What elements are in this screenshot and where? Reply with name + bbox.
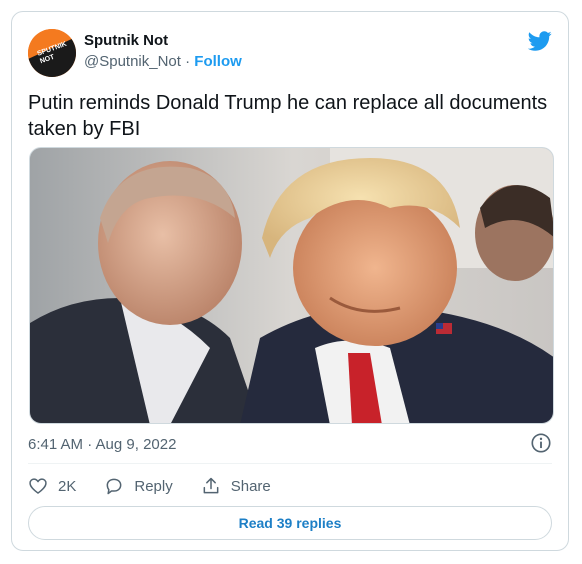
follow-link[interactable]: Follow [194, 53, 242, 70]
author-handle-line: @Sputnik_Not · Follow [84, 53, 242, 70]
tweet-card: SPUTNIK NOT Sputnik Not @Sputnik_Not · F… [11, 11, 569, 551]
author-handle[interactable]: @Sputnik_Not [84, 53, 181, 70]
photo-putin-trump [30, 148, 553, 423]
share-upload-icon [203, 477, 219, 494]
avatar[interactable]: SPUTNIK NOT [28, 29, 76, 77]
share-label: Share [230, 477, 271, 495]
tweet-photo[interactable] [29, 147, 554, 424]
reply-button[interactable]: Reply [104, 476, 173, 496]
tweet-timestamp[interactable]: 6:41 AM · Aug 9, 2022 [28, 436, 176, 453]
heart-icon [29, 478, 47, 494]
like-button[interactable]: 2K [28, 476, 76, 496]
separator-dot: · [185, 53, 191, 70]
reply-label: Reply [134, 477, 173, 495]
share-button[interactable]: Share [201, 476, 271, 496]
likes-count: 2K [58, 477, 77, 495]
twitter-bird-icon[interactable] [528, 29, 552, 53]
action-bar: 2K Reply Share [28, 474, 299, 498]
info-icon[interactable] [530, 432, 552, 454]
reply-bubble-icon [106, 478, 122, 495]
divider [28, 463, 552, 464]
read-replies-button[interactable]: Read 39 replies [28, 506, 552, 540]
sputnik-logo-icon: SPUTNIK NOT [28, 29, 76, 77]
author-name[interactable]: Sputnik Not [84, 32, 168, 49]
tweet-text: Putin reminds Donald Trump he can replac… [28, 92, 548, 140]
